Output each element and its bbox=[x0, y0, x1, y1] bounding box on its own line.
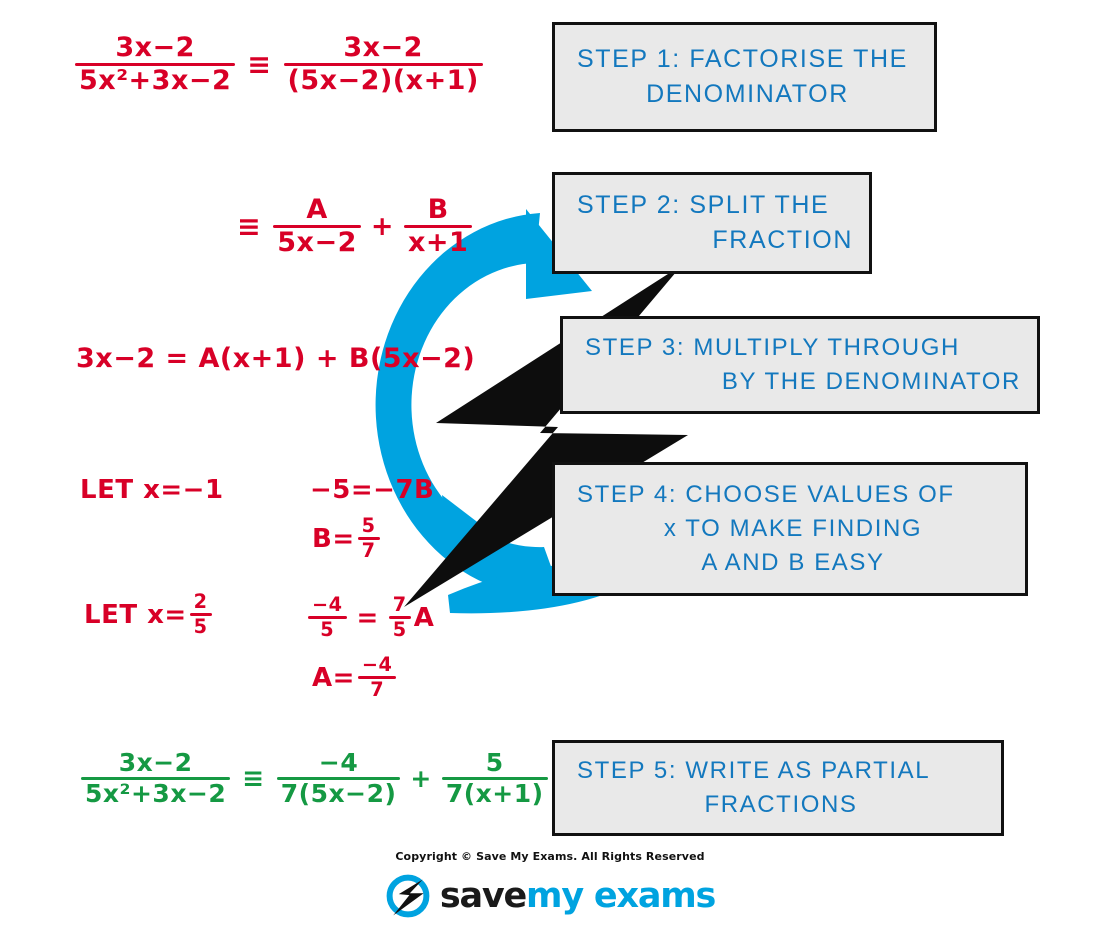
fraction-x-value: 2 5 bbox=[189, 590, 212, 639]
result-variable-a: A bbox=[413, 602, 435, 633]
fraction-result-rhs: 7 5 bbox=[388, 593, 411, 642]
step-1-line-1: STEP 1: FACTORISE THE bbox=[577, 44, 908, 73]
step-5-box: STEP 5: WRITE AS PARTIAL FRACTIONS bbox=[552, 740, 1004, 836]
answer-term2-numerator: 5 bbox=[485, 748, 504, 777]
watermark-arc bbox=[375, 213, 562, 598]
save-my-exams-bolt-icon bbox=[385, 873, 431, 919]
result-lhs-numerator: −4 bbox=[312, 593, 343, 616]
logo-word-save: save bbox=[439, 875, 527, 916]
fraction-b-value: 5 7 bbox=[357, 514, 380, 563]
result-equals-sign: = bbox=[356, 602, 379, 633]
eq2-term1-denominator: 5x−2 bbox=[277, 227, 357, 259]
step-1-line-2: DENOMINATOR bbox=[646, 80, 849, 108]
step-3-line-1: STEP 3: MULTIPLY THROUGH bbox=[585, 333, 960, 361]
eq1-rhs-denominator: (5x−2)(x+1) bbox=[287, 65, 479, 97]
copyright-notice: Copyright © Save My Exams. All Rights Re… bbox=[395, 850, 705, 863]
answer-plus-sign: + bbox=[410, 764, 432, 794]
step-3-box: STEP 3: MULTIPLY THROUGH BY THE DENOMINA… bbox=[560, 316, 1040, 414]
a-numerator: −4 bbox=[361, 653, 393, 676]
answer-lhs-denominator: 5x²+3x−2 bbox=[85, 779, 227, 809]
value-of-a-label: A= bbox=[312, 662, 355, 693]
eq2-term2-numerator: B bbox=[427, 194, 449, 225]
eq1-lhs-numerator: 3x−2 bbox=[115, 32, 195, 63]
x-numerator: 2 bbox=[193, 590, 208, 613]
eq1-lhs-denominator: 5x²+3x−2 bbox=[79, 65, 232, 97]
equation-original-factorised: 3x−2 5x²+3x−2 ≡ 3x−2 (5x−2)(x+1) bbox=[72, 32, 486, 96]
result-rhs-numerator: 7 bbox=[392, 593, 407, 616]
step-5-line-2: FRACTIONS bbox=[704, 791, 858, 818]
step-4-box: STEP 4: CHOOSE VALUES OF x TO MAKE FINDI… bbox=[552, 462, 1028, 596]
save-my-exams-logo: savemy exams bbox=[0, 873, 1100, 919]
result-lhs-denominator: 5 bbox=[320, 618, 335, 642]
answer-equivalence-sign: ≡ bbox=[242, 763, 265, 794]
step-2-line-2: FRACTION bbox=[712, 226, 853, 254]
eq2-term1-numerator: A bbox=[306, 194, 328, 225]
step-4-line-3: A AND B EASY bbox=[701, 549, 885, 577]
equation-final-partial-fractions: 3x−2 5x²+3x−2 ≡ −4 7(5x−2) + 5 7(x+1) bbox=[78, 748, 551, 808]
answer-term1-numerator: −4 bbox=[318, 748, 359, 777]
answer-lhs-numerator: 3x−2 bbox=[118, 748, 193, 777]
b-numerator: 5 bbox=[361, 514, 376, 537]
let-x-equals-two-fifths-label: LET x= 2 5 bbox=[84, 590, 215, 639]
answer-term1-denominator: 7(5x−2) bbox=[280, 779, 397, 809]
logo-word-my-exams: my exams bbox=[526, 875, 716, 916]
equation-multiplied-through: 3x−2 = A(x+1) + B(5x−2) bbox=[76, 343, 476, 374]
fraction-term-b: B x+1 bbox=[404, 194, 473, 259]
result-rhs-denominator: 5 bbox=[392, 618, 407, 642]
eq2-term2-denominator: x+1 bbox=[408, 227, 469, 259]
substitution-result-b: −5=−7B bbox=[310, 475, 435, 505]
step-5-line-1: STEP 5: WRITE AS PARTIAL bbox=[577, 756, 931, 784]
answer-term2-denominator: 7(x+1) bbox=[445, 779, 544, 809]
step-4-line-1: STEP 4: CHOOSE VALUES OF bbox=[577, 480, 955, 508]
a-denominator: 7 bbox=[370, 678, 385, 702]
let-x-equals-minus-one-label: LET x=−1 bbox=[80, 475, 224, 505]
fraction-term-a: A 5x−2 bbox=[273, 194, 361, 259]
save-my-exams-wordmark: savemy exams bbox=[439, 875, 717, 916]
eq1-equivalence-sign: ≡ bbox=[247, 48, 272, 82]
answer-fraction-lhs: 3x−2 5x²+3x−2 bbox=[81, 748, 231, 809]
step-4-line-2: x TO MAKE FINDING bbox=[663, 514, 923, 542]
value-of-a: A= −4 7 bbox=[312, 653, 399, 702]
fraction-result-lhs: −4 5 bbox=[308, 593, 347, 642]
fraction-rhs: 3x−2 (5x−2)(x+1) bbox=[283, 32, 483, 97]
step-3-line-2: BY THE DENOMINATOR bbox=[721, 368, 1021, 395]
watermark-arrow-left bbox=[442, 495, 510, 575]
step-1-box: STEP 1: FACTORISE THE DENOMINATOR bbox=[552, 22, 937, 132]
answer-fraction-term-2: 5 7(x+1) bbox=[441, 748, 548, 809]
let-label: LET x= bbox=[84, 599, 187, 630]
eq2-equivalence-sign: ≡ bbox=[237, 210, 262, 244]
fraction-a-value: −4 7 bbox=[357, 653, 397, 702]
value-of-b: B= 5 7 bbox=[312, 514, 383, 563]
equation-split-fraction: ≡ A 5x−2 + B x+1 bbox=[228, 194, 475, 259]
eq2-plus-sign: + bbox=[370, 211, 394, 243]
substitution-result-a: −4 5 = 7 5 A bbox=[305, 588, 434, 640]
step-2-line-1: STEP 2: SPLIT THE bbox=[577, 190, 830, 219]
fraction-lhs: 3x−2 5x²+3x−2 bbox=[75, 32, 236, 97]
eq1-rhs-numerator: 3x−2 bbox=[343, 32, 423, 63]
value-of-b-label: B= bbox=[312, 523, 355, 554]
x-denominator: 5 bbox=[193, 615, 208, 639]
step-2-box: STEP 2: SPLIT THE FRACTION bbox=[552, 172, 872, 274]
b-denominator: 7 bbox=[361, 539, 376, 563]
diagram-canvas: 3x−2 5x²+3x−2 ≡ 3x−2 (5x−2)(x+1) ≡ A 5x−… bbox=[0, 0, 1100, 932]
answer-fraction-term-1: −4 7(5x−2) bbox=[276, 748, 401, 809]
